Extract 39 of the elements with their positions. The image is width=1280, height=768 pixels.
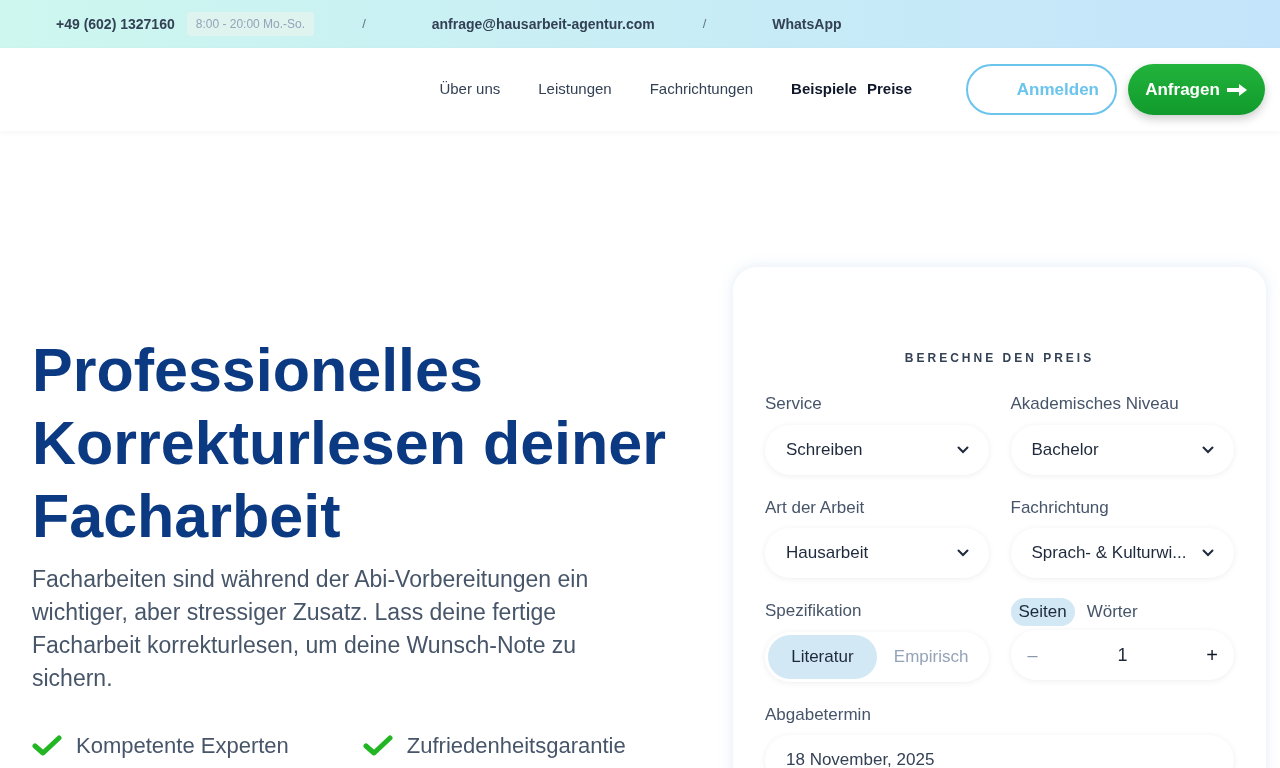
feature-text: Zufriedenheitsgarantie bbox=[406, 732, 626, 760]
phone-link[interactable]: +49 (602) 1327160 bbox=[56, 13, 175, 35]
field-label: Spezifikation bbox=[765, 600, 863, 622]
increment-button[interactable]: + bbox=[1206, 640, 1218, 670]
field-label: Fachrichtung bbox=[1010, 496, 1110, 519]
hero-description: Facharbeiten sind während der Abi-Vorbereitungen ein wichtiger, aber stressiger Zusatz. Lass deine fertige Facharbeit korrekturlesen, um deine Wunsch-Note zu sichern. bbox=[32, 565, 590, 693]
nav-link[interactable]: Fachrichtungen bbox=[649, 78, 754, 101]
arrow-right-icon bbox=[1225, 82, 1248, 97]
nav-link[interactable]: Beispiele bbox=[791, 78, 857, 101]
checkmark-icon bbox=[362, 734, 393, 757]
separator: / bbox=[702, 15, 707, 34]
date-field[interactable]: 18 November, 2025 bbox=[765, 735, 1234, 768]
unit-toggle[interactable]: Seiten bbox=[1010, 598, 1075, 626]
nav-link[interactable]: Leistungen bbox=[538, 78, 612, 101]
select-dropdown[interactable]: Schreiben bbox=[765, 424, 989, 475]
select-dropdown[interactable]: Hausarbeit bbox=[765, 528, 989, 578]
select-dropdown[interactable]: Bachelor bbox=[1010, 424, 1234, 475]
field-label: Service bbox=[765, 393, 823, 415]
whatsapp-link[interactable]: WhatsApp bbox=[772, 13, 842, 35]
chevron-down-icon bbox=[1202, 549, 1214, 557]
separator: / bbox=[362, 15, 366, 34]
chevron-down-icon bbox=[956, 445, 969, 454]
nav-link[interactable]: Preise bbox=[866, 78, 912, 101]
feature-text: Kompetente Experten bbox=[76, 732, 289, 760]
field-label: Akademisches Niveau bbox=[1010, 393, 1180, 415]
count-value: 1 bbox=[1117, 643, 1128, 667]
email-link[interactable]: anfrage@hausarbeit-agentur.com bbox=[431, 13, 655, 35]
chevron-down-icon bbox=[1202, 445, 1214, 454]
chevron-down-icon bbox=[956, 549, 969, 557]
unit-toggle[interactable]: Wörter bbox=[1078, 598, 1146, 626]
opening-hours: 8:00 - 20:00 Mo.-So. bbox=[186, 12, 315, 36]
select-dropdown[interactable]: Sprach- & Kulturwi... bbox=[1010, 528, 1234, 578]
nav-link[interactable]: Über uns bbox=[439, 78, 501, 101]
segment-option[interactable]: Literatur bbox=[768, 634, 877, 679]
hero-title: Professionelles Korrekturlesen deiner Facharbeit bbox=[32, 335, 667, 552]
field-label: Abgabetermin bbox=[765, 703, 872, 726]
checkmark-icon bbox=[32, 734, 62, 757]
field-label: Art der Arbeit bbox=[765, 496, 866, 519]
calculator-title: BERECHNE DEN PREIS bbox=[903, 350, 1096, 367]
